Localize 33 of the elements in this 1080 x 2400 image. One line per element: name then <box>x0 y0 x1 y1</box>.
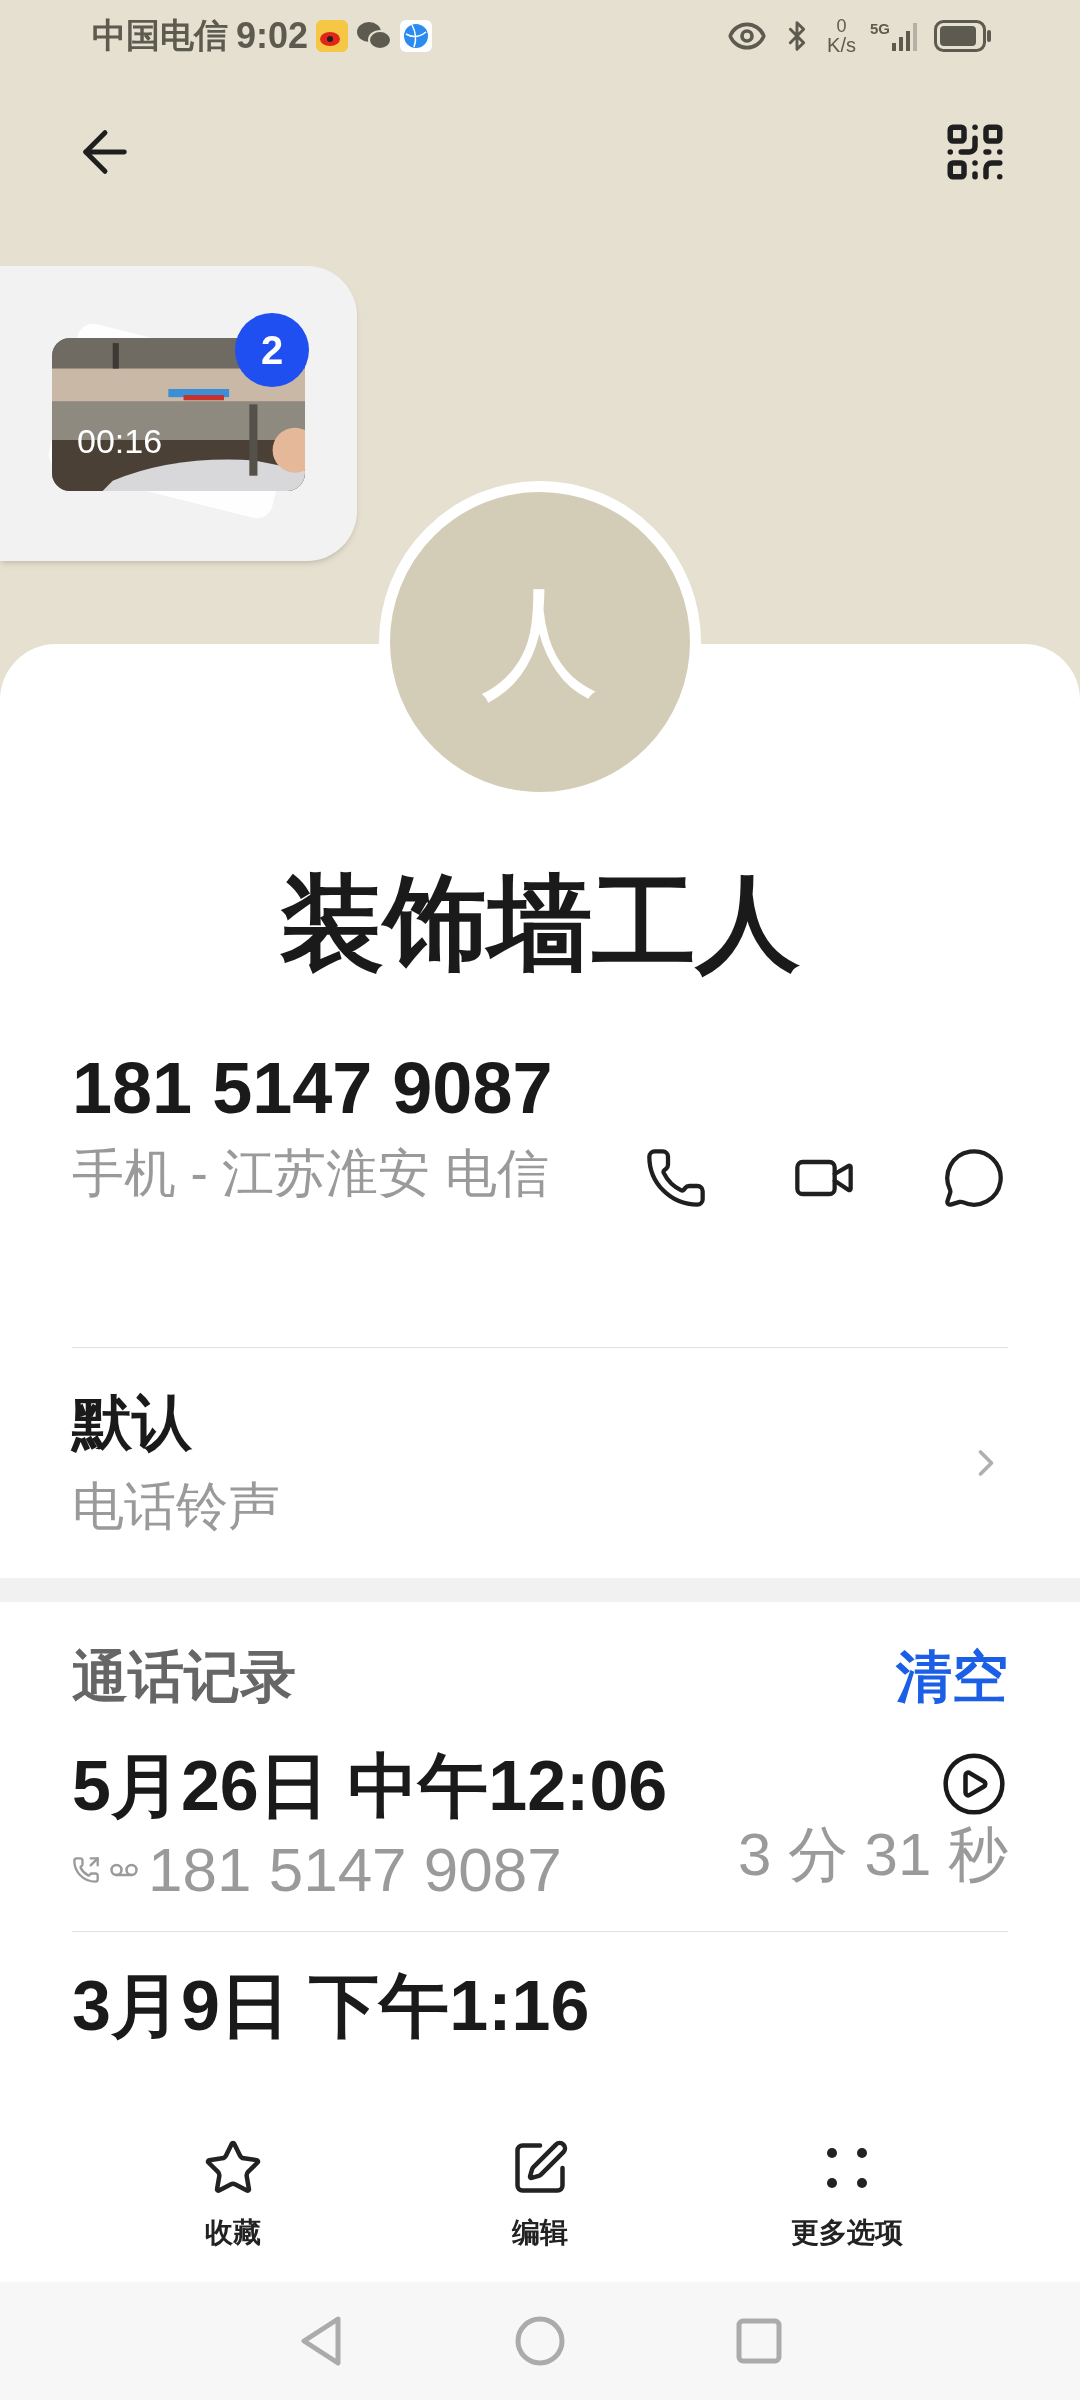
phone-location: 手机 - 江苏淮安 电信 <box>72 1143 550 1204</box>
avatar-initial: 人 <box>480 574 600 711</box>
media-card[interactable]: 00:16 2 <box>0 266 357 562</box>
count-badge: 2 <box>235 313 309 388</box>
ringtone-label: 电话铃声 <box>72 1476 280 1537</box>
call-number: 181 5147 9087 <box>148 1834 562 1906</box>
call-log-entry[interactable]: 5月26日 中午12:06 181 5147 9087 3 分 31 秒 <box>72 1732 1008 1932</box>
call-date: 5月26日 中午12:06 <box>72 1746 668 1827</box>
action-button[interactable]: 编辑 <box>420 2138 660 2254</box>
battery-icon <box>934 19 992 52</box>
action-button[interactable]: 收藏 <box>113 2138 354 2254</box>
duration-text: 00:16 <box>77 421 163 463</box>
signal-icon <box>892 20 920 51</box>
speed-value-text: 0 <box>836 16 847 35</box>
call-log-entry[interactable]: 3月9日 下午1:16 <box>72 1932 1008 2110</box>
call-duration: 3 分 31 秒 <box>737 1820 1008 1890</box>
ringtone-row[interactable]: 默认 电话铃声 <box>72 1348 1008 1578</box>
network-type-text: 5G <box>870 20 890 36</box>
contact-name: 装饰墙工人 <box>280 864 800 983</box>
phone-number: 181 5147 9087 <box>72 1047 554 1130</box>
section-title: 通话记录 <box>72 1644 296 1710</box>
outgoing-call-icon <box>72 1856 100 1884</box>
carrier-text: 中国电信 <box>92 15 228 57</box>
clear-button[interactable]: 清空 <box>896 1635 1008 1719</box>
call-date: 3月9日 下午1:16 <box>72 1966 590 2047</box>
speed-unit-text: K/s <box>827 34 856 55</box>
play-recording-button[interactable] <box>940 1750 1008 1818</box>
globe-icon <box>400 19 433 52</box>
ringtone-value: 默认 <box>72 1388 193 1458</box>
call-button[interactable] <box>644 1146 708 1210</box>
clock-text: 9:02 <box>236 13 309 58</box>
app-notification-icon <box>316 19 349 52</box>
action-button[interactable]: 更多选项 <box>726 2138 967 2254</box>
